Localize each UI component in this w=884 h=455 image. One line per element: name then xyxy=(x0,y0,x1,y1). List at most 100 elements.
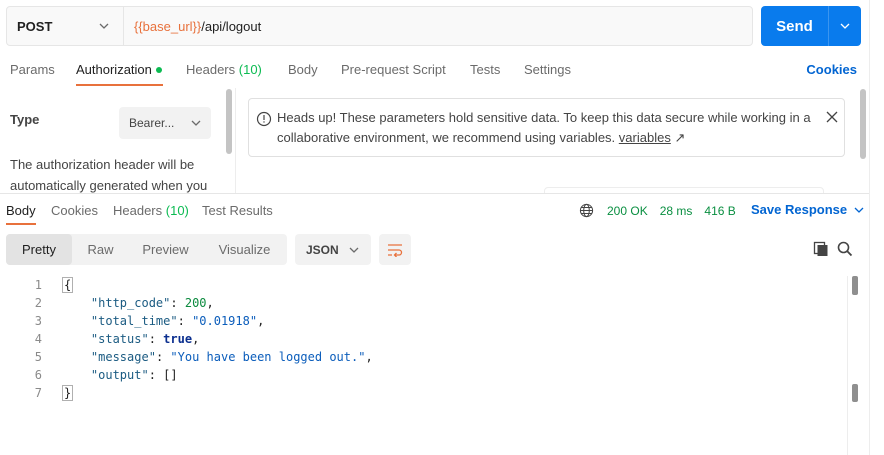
code-content: { xyxy=(42,277,74,293)
json-value: true xyxy=(163,332,193,346)
send-options-button[interactable] xyxy=(828,6,861,46)
tab-headers-count: (10) xyxy=(238,62,262,77)
auth-type-select[interactable]: Bearer... xyxy=(119,107,211,139)
res-tab-headers[interactable]: Headers (10) xyxy=(113,203,189,218)
json-value: [] xyxy=(163,368,178,382)
res-tab-body[interactable]: Body xyxy=(6,203,36,218)
line-number: 4 xyxy=(34,332,42,346)
visualize-button[interactable]: Visualize xyxy=(202,234,287,265)
chevron-down-icon xyxy=(99,23,109,29)
status-code[interactable]: 200 OK xyxy=(607,204,648,218)
tab-pre-request-script[interactable]: Pre-request Script xyxy=(341,62,446,77)
globe-icon[interactable] xyxy=(579,203,594,218)
url-bar: POST {{base_url}}/api/logout xyxy=(6,6,753,46)
response-body-code[interactable]: 1 { 2 "http_code": 200, 3 "total_time": … xyxy=(0,276,846,402)
wrap-lines-icon xyxy=(388,243,403,257)
json-comma: , xyxy=(206,296,214,310)
format-value: JSON xyxy=(306,242,339,257)
code-content: "status": true, xyxy=(90,332,200,346)
copy-icon[interactable] xyxy=(813,241,829,257)
send-button[interactable]: Send xyxy=(761,6,828,46)
json-comma: , xyxy=(257,314,265,328)
code-line: 2 "http_code": 200, xyxy=(0,294,846,312)
code-gutter-edge xyxy=(847,276,848,455)
save-response-button[interactable]: Save Response xyxy=(751,202,864,217)
json-key: "total_time" xyxy=(90,314,178,328)
json-value: "You have been logged out." xyxy=(170,350,366,364)
chevron-down-icon xyxy=(840,23,850,29)
code-line: 6 "output": [] xyxy=(0,366,846,384)
format-toolbar: Pretty Raw Preview Visualize xyxy=(6,234,287,265)
code-content: "output": [] xyxy=(90,368,178,382)
response-time[interactable]: 28 ms xyxy=(660,204,693,218)
external-link-icon: ↗ xyxy=(674,130,686,145)
response-size[interactable]: 416 B xyxy=(704,204,735,218)
panel-divider xyxy=(235,88,236,193)
chevron-down-icon xyxy=(191,120,201,126)
preview-button[interactable]: Preview xyxy=(129,234,202,265)
close-icon[interactable] xyxy=(826,111,838,123)
tab-authorization-label: Authorization xyxy=(76,62,152,77)
auth-type-label: Type xyxy=(10,112,40,127)
res-tab-test-results[interactable]: Test Results xyxy=(202,203,273,218)
res-tab-cookies[interactable]: Cookies xyxy=(51,203,98,218)
tab-headers[interactable]: Headers (10) xyxy=(186,62,262,77)
tab-body[interactable]: Body xyxy=(288,62,318,77)
request-tabs: Params Authorization Headers (10) Body P… xyxy=(0,56,869,86)
active-tab-indicator xyxy=(76,84,163,86)
code-content: "http_code": 200, xyxy=(90,296,214,310)
cookies-link[interactable]: Cookies xyxy=(806,62,857,77)
method-label: POST xyxy=(17,18,53,34)
authorization-panel: Type Bearer... The authorization header … xyxy=(0,88,869,193)
tab-authorization[interactable]: Authorization xyxy=(76,62,162,77)
save-response-label: Save Response xyxy=(751,202,848,217)
json-key: "message" xyxy=(90,350,156,364)
tab-tests[interactable]: Tests xyxy=(470,62,500,77)
auth-type-value: Bearer... xyxy=(129,116,175,130)
json-key: "status" xyxy=(90,332,149,346)
format-select[interactable]: JSON xyxy=(295,234,371,265)
left-panel-scrollbar[interactable] xyxy=(226,89,232,154)
tab-settings[interactable]: Settings xyxy=(524,62,571,77)
search-icon[interactable] xyxy=(837,241,853,257)
pretty-button[interactable]: Pretty xyxy=(6,234,72,265)
chevron-down-icon xyxy=(854,207,864,213)
url-variable: {{base_url}} xyxy=(134,18,202,34)
active-response-tab-indicator xyxy=(6,223,36,225)
code-scrollbar-thumb[interactable] xyxy=(852,276,858,295)
window-edge xyxy=(869,0,884,455)
url-path: /api/logout xyxy=(201,18,262,34)
pane-splitter[interactable] xyxy=(0,193,869,194)
json-key: "http_code" xyxy=(90,296,171,310)
alert-message: Heads up! These parameters hold sensitiv… xyxy=(277,108,817,148)
method-select[interactable]: POST xyxy=(7,7,124,45)
line-number: 5 xyxy=(34,350,42,364)
line-number: 3 xyxy=(34,314,42,328)
json-value: "0.01918" xyxy=(192,314,258,328)
code-line: 3 "total_time": "0.01918", xyxy=(0,312,846,330)
line-number: 7 xyxy=(34,386,42,400)
response-tabs: Body Cookies Headers (10) Test Results 2… xyxy=(0,196,869,226)
right-panel-scrollbar[interactable] xyxy=(860,89,866,159)
tab-params[interactable]: Params xyxy=(10,62,55,77)
variables-link[interactable]: variables xyxy=(619,130,671,145)
code-line: 4 "status": true, xyxy=(0,330,846,348)
send-button-group: Send xyxy=(761,6,861,46)
sensitive-data-alert: Heads up! These parameters hold sensitiv… xyxy=(248,98,845,157)
wrap-lines-button[interactable] xyxy=(379,234,411,265)
raw-button[interactable]: Raw xyxy=(72,234,129,265)
auth-description: The authorization header will be automat… xyxy=(10,157,208,193)
res-tab-headers-label: Headers xyxy=(113,203,163,218)
code-line: 7 } xyxy=(0,384,846,402)
response-status: 200 OK 28 ms 416 B xyxy=(579,203,736,218)
chevron-down-icon xyxy=(349,247,359,253)
code-content: "total_time": "0.01918", xyxy=(90,314,265,328)
code-scrollbar-marker[interactable] xyxy=(852,384,858,402)
json-comma: , xyxy=(365,350,373,364)
code-content: } xyxy=(42,385,74,401)
url-input[interactable]: {{base_url}}/api/logout xyxy=(124,7,261,45)
code-line: 1 { xyxy=(0,276,846,294)
active-dot-icon xyxy=(155,66,162,73)
json-comma: , xyxy=(192,332,200,346)
res-tab-headers-count: (10) xyxy=(165,203,189,218)
